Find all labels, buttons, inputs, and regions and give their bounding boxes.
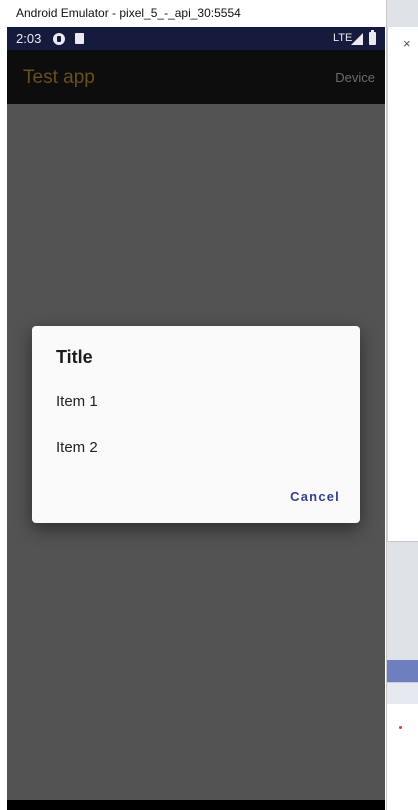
window-title: Android Emulator - pixel_5_-_api_30:5554 xyxy=(16,6,241,20)
volume-up-icon[interactable] xyxy=(388,103,418,133)
app-bar: Test app Device xyxy=(7,50,385,104)
red-dot-icon xyxy=(399,726,402,729)
overview-icon[interactable] xyxy=(388,455,418,485)
network-type: LTE xyxy=(333,32,353,44)
list-dialog: Title Item 1 Item 2 Cancel xyxy=(32,326,360,523)
sd-card-icon xyxy=(75,33,84,44)
emulator-side-toolbar: × xyxy=(387,27,418,542)
volume-down-icon[interactable] xyxy=(388,147,418,177)
rotate-right-icon[interactable] xyxy=(388,235,418,265)
home-icon[interactable] xyxy=(388,411,418,441)
signal-icon xyxy=(351,33,363,45)
cancel-button[interactable]: Cancel xyxy=(290,489,340,504)
more-icon[interactable] xyxy=(388,499,418,529)
dialog-item-2[interactable]: Item 2 xyxy=(56,439,98,456)
device-action-button[interactable]: Device xyxy=(335,70,375,85)
app-title: Test app xyxy=(23,67,95,88)
dialog-title: Title xyxy=(56,347,93,367)
close-icon[interactable]: × xyxy=(388,29,418,59)
power-icon[interactable] xyxy=(388,60,418,90)
camera-icon[interactable] xyxy=(388,279,418,309)
status-time: 2:03 xyxy=(16,31,42,46)
rotate-left-icon[interactable] xyxy=(388,192,418,222)
emulator-window: Android Emulator - pixel_5_-_api_30:5554… xyxy=(0,0,386,810)
status-bar: 2:03 LTE xyxy=(7,27,385,50)
zoom-icon[interactable] xyxy=(388,322,418,352)
navigation-bar xyxy=(7,800,385,810)
emulator-titlebar[interactable]: Android Emulator - pixel_5_-_api_30:5554 xyxy=(0,0,386,27)
device-screen: 2:03 LTE Test app Device Title Item 1 It… xyxy=(7,27,385,810)
notification-icon xyxy=(53,33,65,45)
back-icon[interactable] xyxy=(388,367,418,397)
dialog-item-1[interactable]: Item 1 xyxy=(56,393,98,410)
battery-icon xyxy=(369,30,376,45)
